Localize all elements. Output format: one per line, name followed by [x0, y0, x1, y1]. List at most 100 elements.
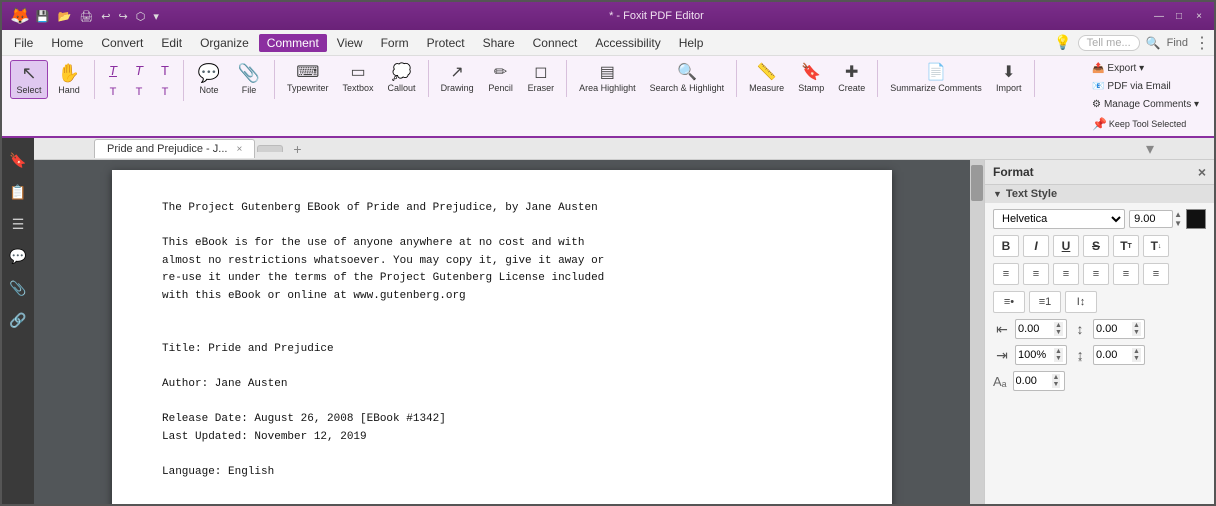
bs-down-btn[interactable]: ▼	[1054, 355, 1063, 362]
font-select[interactable]: Helvetica	[993, 209, 1125, 229]
export-button[interactable]: 📤 Export ▾	[1087, 60, 1149, 77]
hand-tool-button[interactable]: ✋ Hand	[50, 60, 88, 99]
font-size-input[interactable]	[1129, 210, 1173, 228]
text-underline-btn[interactable]: T	[153, 60, 177, 81]
pencil-button[interactable]: ✏ Pencil	[482, 60, 520, 97]
qat-redo-icon[interactable]: ↪	[117, 9, 130, 24]
after-spacing-spinner[interactable]: ▲ ▼	[1132, 348, 1141, 362]
minimize-button[interactable]: —	[1152, 9, 1166, 23]
menu-form[interactable]: Form	[373, 34, 417, 52]
menu-edit[interactable]: Edit	[153, 34, 190, 52]
char-spacing-value[interactable]	[1016, 375, 1052, 387]
area-highlight-button[interactable]: ▤ Area Highlight	[573, 60, 642, 97]
line-height-input[interactable]: ▲ ▼	[1093, 319, 1145, 339]
align-justify-button[interactable]: ≡	[1083, 263, 1109, 285]
indent-spinner[interactable]: ▲ ▼	[1054, 322, 1063, 336]
before-spacing-value[interactable]	[1018, 349, 1054, 361]
indent-button[interactable]: I↕	[1065, 291, 1097, 313]
qat-print-icon[interactable]: 🖨	[77, 9, 95, 24]
indent-down-btn[interactable]: ▼	[1054, 329, 1063, 336]
measure-button[interactable]: 📏 Measure	[743, 60, 790, 97]
menu-help[interactable]: Help	[671, 34, 712, 52]
menu-home[interactable]: Home	[43, 34, 91, 52]
pdf-via-email-button[interactable]: 📧 PDF via Email	[1087, 78, 1176, 95]
panel-arrow-icon[interactable]: ▾	[1146, 139, 1154, 159]
sidebar-layers-icon[interactable]: ☰	[4, 210, 32, 238]
vertical-scrollbar[interactable]	[970, 160, 984, 504]
menu-accessibility[interactable]: Accessibility	[587, 34, 668, 52]
bullet-list-button[interactable]: ≡•	[993, 291, 1025, 313]
file-button[interactable]: 📎 File	[230, 60, 268, 99]
as-down-btn[interactable]: ▼	[1132, 355, 1141, 362]
text-replace-btn[interactable]: T	[101, 83, 125, 101]
text-color-swatch[interactable]	[1186, 209, 1206, 229]
qat-folder-icon[interactable]: 📂	[56, 9, 74, 24]
underline-button[interactable]: U	[1053, 235, 1079, 257]
tell-me-box[interactable]: Tell me...	[1078, 35, 1140, 51]
manage-comments-button[interactable]: ⚙ Manage Comments ▾	[1087, 96, 1204, 113]
create-button[interactable]: ✚ Create	[832, 60, 871, 97]
sidebar-comments-icon[interactable]: 💬	[4, 242, 32, 270]
select-tool-button[interactable]: ↖ Select	[10, 60, 48, 99]
indent-up-btn[interactable]: ▲	[1054, 322, 1063, 329]
menu-share[interactable]: Share	[475, 34, 523, 52]
italic-button[interactable]: I	[1023, 235, 1049, 257]
stamp-button[interactable]: 🔖 Stamp	[792, 60, 830, 97]
text-insert-btn[interactable]: T	[127, 83, 151, 101]
tab-document-2[interactable]	[257, 145, 283, 152]
search-highlight-button[interactable]: 🔍 Search & Highlight	[644, 60, 731, 97]
subscript-button[interactable]: T↓	[1143, 235, 1169, 257]
numbered-list-button[interactable]: ≡1	[1029, 291, 1061, 313]
menu-convert[interactable]: Convert	[93, 34, 151, 52]
menu-organize[interactable]: Organize	[192, 34, 257, 52]
lh-up-btn[interactable]: ▲	[1132, 322, 1141, 329]
text-style-section[interactable]: ▼ Text Style	[985, 185, 1214, 203]
as-up-btn[interactable]: ▲	[1132, 348, 1141, 355]
textbox-button[interactable]: ▭ Textbox	[337, 60, 380, 97]
strikethrough-button[interactable]: S	[1083, 235, 1109, 257]
qat-dropdown-icon[interactable]: ▾	[151, 9, 161, 24]
tab-close-1[interactable]: ×	[237, 144, 243, 155]
align-left-button[interactable]: ≡	[993, 263, 1019, 285]
text-highlight-btn[interactable]: T	[101, 60, 125, 81]
panel-close-button[interactable]: ×	[1198, 164, 1206, 180]
menu-protect[interactable]: Protect	[419, 34, 473, 52]
before-spacing-input[interactable]: ▲ ▼	[1015, 345, 1067, 365]
qat-save-icon[interactable]: 💾	[34, 9, 52, 24]
after-spacing-value[interactable]	[1096, 349, 1132, 361]
align-right-button[interactable]: ≡	[1053, 263, 1079, 285]
drawing-button[interactable]: ↗ Drawing	[435, 60, 480, 97]
before-spacing-spinner[interactable]: ▲ ▼	[1054, 348, 1063, 362]
align-center-button[interactable]: ≡	[1023, 263, 1049, 285]
menu-file[interactable]: File	[6, 34, 41, 52]
menu-view[interactable]: View	[329, 34, 371, 52]
bs-up-btn[interactable]: ▲	[1054, 348, 1063, 355]
indent-value[interactable]	[1018, 323, 1054, 335]
sidebar-security-icon[interactable]: 🔗	[4, 306, 32, 334]
menu-connect[interactable]: Connect	[525, 34, 586, 52]
line-height-value[interactable]	[1096, 323, 1132, 335]
tab-add-button[interactable]: +	[285, 138, 309, 160]
note-button[interactable]: 💬 Note	[190, 60, 228, 99]
typewriter-button[interactable]: ⌨ Typewriter	[281, 60, 335, 97]
align-5-button[interactable]: ≡	[1113, 263, 1139, 285]
line-height-spinner[interactable]: ▲ ▼	[1132, 322, 1141, 336]
qat-undo-icon[interactable]: ↩	[99, 9, 112, 24]
sidebar-pages-icon[interactable]: 📋	[4, 178, 32, 206]
maximize-button[interactable]: □	[1172, 9, 1186, 23]
qat-extra-icon[interactable]: ⬡	[134, 9, 148, 24]
superscript-button[interactable]: TT	[1113, 235, 1139, 257]
summarize-button[interactable]: 📄 Summarize Comments	[884, 60, 988, 97]
text-strikeout-btn[interactable]: T	[127, 60, 151, 81]
after-spacing-input[interactable]: ▲ ▼	[1093, 345, 1145, 365]
menu-comment[interactable]: Comment	[259, 34, 327, 52]
import-button[interactable]: ⬇ Import	[990, 60, 1028, 97]
indent-input[interactable]: ▲ ▼	[1015, 319, 1067, 339]
scroll-thumb[interactable]	[971, 165, 983, 201]
close-button[interactable]: ×	[1192, 9, 1206, 23]
char-spacing-spinner[interactable]: ▲ ▼	[1052, 374, 1061, 388]
text-format-btn[interactable]: T	[153, 83, 177, 101]
callout-button[interactable]: 💭 Callout	[382, 60, 422, 97]
font-size-spinner[interactable]: ▲▼	[1174, 210, 1182, 228]
lh-down-btn[interactable]: ▼	[1132, 329, 1141, 336]
